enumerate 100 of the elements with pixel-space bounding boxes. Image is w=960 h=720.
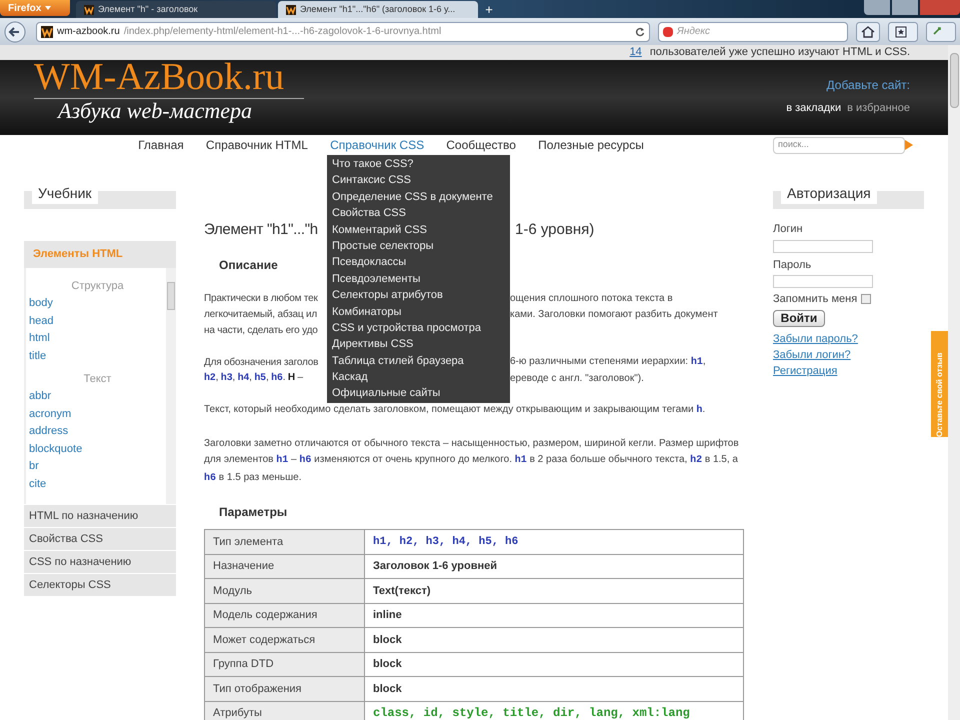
search-arrow-icon[interactable] xyxy=(905,140,913,150)
table-cell: Text(текст) xyxy=(373,584,430,596)
dropdown-item[interactable]: Таблица стилей браузера xyxy=(327,352,510,370)
site-search-field[interactable]: поиск... xyxy=(773,136,905,154)
table-cell: Тип отображения xyxy=(213,682,302,694)
back-button-icon[interactable] xyxy=(4,20,28,42)
dropdown-item[interactable]: Селекторы атрибутов xyxy=(327,287,510,304)
element-link[interactable]: acronym xyxy=(29,406,166,423)
element-link[interactable]: abbr xyxy=(29,388,166,406)
auth-link[interactable]: Регистрация xyxy=(773,364,838,376)
element-link[interactable]: cite xyxy=(29,476,166,493)
users-count-link[interactable]: 14 xyxy=(630,44,642,61)
table-cell: Атрибуты xyxy=(213,707,262,719)
element-link[interactable]: body xyxy=(29,295,166,312)
table-cell: Заголовок 1-6 уровней xyxy=(373,560,498,572)
reload-icon[interactable] xyxy=(635,26,645,36)
menu-item[interactable]: Полезные ресурсы xyxy=(538,136,644,154)
menu-item[interactable]: Сообщество xyxy=(446,136,516,154)
field-label: Логин xyxy=(773,222,804,237)
paragraph-text: h2, h3, h4, h5, h6. Н – xyxy=(204,372,303,383)
dropdown-item[interactable]: Простые селекторы xyxy=(327,238,510,254)
users-info-text: пользователей уже успешно изучают HTML и CSS. xyxy=(650,45,910,60)
new-tab-button[interactable]: + xyxy=(480,1,498,18)
list-scrollbar[interactable] xyxy=(166,268,176,504)
dropdown-item[interactable]: Свойства CSS xyxy=(327,205,510,222)
dropdown-item[interactable]: Комментарий CSS xyxy=(327,222,510,238)
login-button[interactable]: Войти xyxy=(773,310,825,326)
element-link[interactable]: head xyxy=(29,312,166,330)
dropdown-item[interactable]: Синтаксис CSS xyxy=(327,172,510,189)
element-link[interactable]: title xyxy=(29,348,166,365)
element-link[interactable]: br xyxy=(29,458,166,476)
dropdown-item[interactable]: Комбинаторы xyxy=(327,304,510,320)
group-heading: Текст xyxy=(82,372,112,387)
section-heading: Параметры xyxy=(219,504,288,521)
auth-link[interactable]: Забыли пароль? xyxy=(773,332,858,344)
bookmark-link[interactable]: в закладки xyxy=(786,100,842,116)
paragraph-text: Практически в любом тек xyxy=(204,292,318,304)
site-favicon-icon xyxy=(286,4,296,14)
login-field[interactable] xyxy=(773,240,873,252)
addons-icon[interactable] xyxy=(926,22,956,42)
address-bar[interactable]: wm-azbook.ru /index.php/elementy-html/element-h1-...-h6-zagolovok-1-6-urovnya.html xyxy=(36,22,650,42)
section-title: Элементы HTML xyxy=(33,247,123,262)
table-cell: block xyxy=(373,682,402,694)
category-link[interactable]: Свойства CSS xyxy=(24,528,176,550)
paragraph-text: Для обозначения заголов xyxy=(204,356,318,368)
paragraph-text: на части, сделать его удо xyxy=(204,324,318,336)
site-favicon-icon xyxy=(84,4,94,14)
menu-item[interactable]: Справочник HTML xyxy=(206,136,308,154)
table-cell: Модуль xyxy=(213,584,252,596)
menu-item[interactable]: Главная xyxy=(138,136,184,154)
dropdown-item[interactable]: Директивы CSS xyxy=(327,336,510,353)
dropdown-item[interactable]: Официальные сайты xyxy=(327,385,510,402)
table-cell: inline xyxy=(373,609,402,621)
element-link[interactable]: html xyxy=(29,330,166,348)
paragraph-text: ками. Заголовки помогают разбить документ xyxy=(510,308,718,322)
section-heading: Описание xyxy=(219,257,278,274)
browser-tab[interactable]: Элемент "h" - заголовок xyxy=(76,1,276,18)
bookmark-link[interactable]: в избранное xyxy=(847,100,910,116)
dropdown-item[interactable]: Каскад xyxy=(327,369,510,386)
category-link[interactable]: CSS по назначению xyxy=(24,551,176,573)
caret-icon xyxy=(45,6,52,10)
table-cell: class, id, style, title, dir, lang, xml:lang xyxy=(373,706,690,720)
dropdown-item[interactable]: Псевдоэлементы xyxy=(327,270,510,288)
element-link[interactable]: address xyxy=(29,423,166,440)
table-cell: Модель содержания xyxy=(213,609,318,621)
add-site-label: Добавьте сайт: xyxy=(826,77,910,94)
remember-label: Запомнить меня xyxy=(773,292,858,307)
dropdown-item[interactable]: Псевдоклассы xyxy=(327,254,510,271)
page-heading: Элемент "h1"..."h xyxy=(204,221,318,238)
category-link[interactable]: Селекторы CSS xyxy=(24,574,176,596)
dropdown-item[interactable]: Что такое CSS? xyxy=(327,156,510,172)
paragraph-text: Заголовки заметно отличаются от обычного текста – насыщенностью, размером, шириной кегли. Размер шрифтов для элементов h1 – h6 изменяются от очень крупного до мелкого. h1 в 2 раза больше обычного текста, h2 в 1.5, а h6 в 1.5 раз меньше. xyxy=(204,436,740,486)
home-icon[interactable] xyxy=(856,22,880,42)
table-cell: h1, h2, h3, h4, h5, h6 xyxy=(373,536,518,548)
dropdown-item[interactable]: CSS и устройства просмотра xyxy=(327,320,510,336)
field-label: Пароль xyxy=(773,258,812,272)
auth-link[interactable]: Забыли логин? xyxy=(773,348,851,360)
dropdown-item[interactable]: Определение CSS в документе xyxy=(327,188,510,206)
site-tagline: Азбука web-мастера xyxy=(34,98,304,123)
table-cell: block xyxy=(373,658,402,670)
table-cell: Тип элемента xyxy=(213,536,284,548)
paragraph-text: ереводе с англ. "заголовок"). xyxy=(510,372,644,386)
password-field[interactable] xyxy=(773,275,873,288)
group-heading: Структура xyxy=(70,279,125,294)
menu-item[interactable]: Справочник CSS xyxy=(330,136,424,154)
site-logo: WM-AzBook.ru xyxy=(34,56,286,98)
page-scrollbar[interactable] xyxy=(948,45,960,720)
category-link[interactable]: HTML по назначению xyxy=(24,505,176,527)
table-cell: block xyxy=(373,634,402,646)
bookmarks-icon[interactable] xyxy=(888,22,918,42)
paragraph-text: 6-ю различными степенями иерархии: h1, xyxy=(510,355,706,370)
site-favicon-icon xyxy=(41,26,53,38)
browser-tab[interactable]: Элемент "h1"..."h6" (заголовок 1-6 у... xyxy=(278,1,478,18)
element-link[interactable]: blockquote xyxy=(29,440,166,458)
remember-checkbox[interactable] xyxy=(861,294,872,304)
search-engine-icon xyxy=(663,26,673,36)
table-cell: Группа DTD xyxy=(213,658,274,670)
table-cell: Назначение xyxy=(213,560,274,572)
table-cell: Может содержаться xyxy=(213,634,316,646)
page-heading: 1-6 уровня) xyxy=(515,220,594,239)
